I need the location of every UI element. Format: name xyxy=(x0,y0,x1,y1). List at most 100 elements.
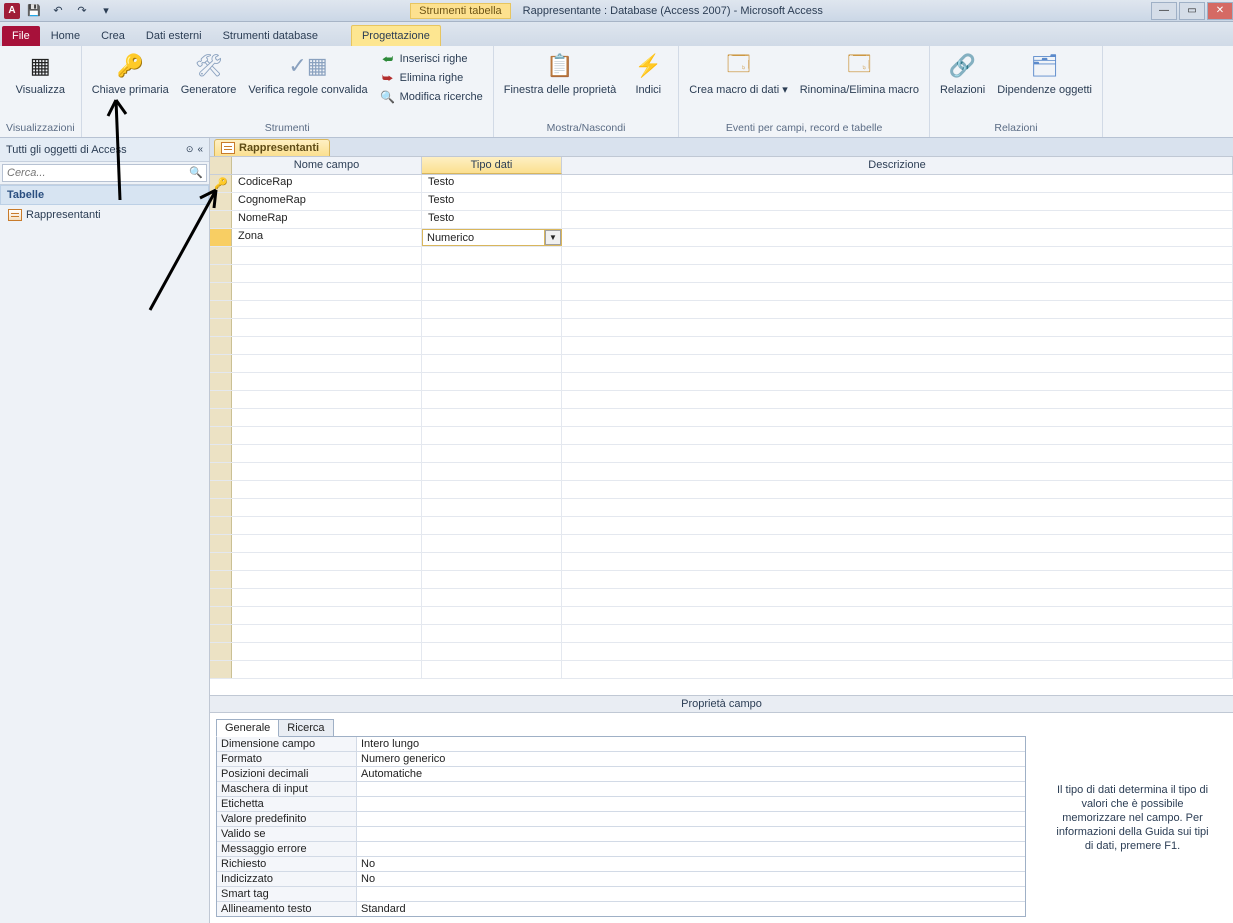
cell-nome-campo[interactable] xyxy=(232,319,422,336)
cell-tipo-dati[interactable]: Numerico▼ xyxy=(422,229,562,246)
cell-tipo-dati[interactable] xyxy=(422,661,562,678)
property-row[interactable]: Valido se xyxy=(217,827,1025,842)
save-button[interactable]: 💾 xyxy=(24,2,44,20)
cell-tipo-dati[interactable] xyxy=(422,607,562,624)
row-selector[interactable] xyxy=(210,337,232,354)
cell-tipo-dati[interactable] xyxy=(422,427,562,444)
property-value[interactable]: Standard xyxy=(357,902,1025,916)
field-row[interactable] xyxy=(210,445,1233,463)
cell-nome-campo[interactable] xyxy=(232,445,422,462)
cell-descrizione[interactable] xyxy=(562,193,1233,210)
row-selector[interactable] xyxy=(210,517,232,534)
field-row[interactable] xyxy=(210,409,1233,427)
field-row[interactable] xyxy=(210,463,1233,481)
cell-tipo-dati[interactable]: Testo xyxy=(422,175,562,192)
field-row[interactable] xyxy=(210,643,1233,661)
row-selector[interactable] xyxy=(210,355,232,372)
cell-nome-campo[interactable] xyxy=(232,283,422,300)
cell-descrizione[interactable] xyxy=(562,301,1233,318)
row-selector[interactable] xyxy=(210,193,232,210)
property-row[interactable]: Maschera di input xyxy=(217,782,1025,797)
row-selector[interactable] xyxy=(210,373,232,390)
property-row[interactable]: IndicizzatoNo xyxy=(217,872,1025,887)
property-value[interactable]: Numero generico xyxy=(357,752,1025,766)
qat-customize-button[interactable]: ▾ xyxy=(96,2,116,20)
cell-tipo-dati[interactable] xyxy=(422,391,562,408)
cell-descrizione[interactable] xyxy=(562,211,1233,228)
col-header-tipo-dati[interactable]: Tipo dati xyxy=(422,157,562,174)
indici-button[interactable]: ⚡ Indici xyxy=(624,48,672,98)
cell-descrizione[interactable] xyxy=(562,589,1233,606)
cell-tipo-dati[interactable] xyxy=(422,463,562,480)
field-row[interactable] xyxy=(210,481,1233,499)
row-selector[interactable] xyxy=(210,445,232,462)
tab-strumenti-database[interactable]: Strumenti database xyxy=(213,26,328,46)
cell-nome-campo[interactable] xyxy=(232,355,422,372)
row-selector[interactable] xyxy=(210,553,232,570)
row-selector[interactable]: 🔑 xyxy=(210,175,232,192)
cell-descrizione[interactable] xyxy=(562,571,1233,588)
cell-tipo-dati[interactable] xyxy=(422,337,562,354)
field-row[interactable] xyxy=(210,571,1233,589)
cell-descrizione[interactable] xyxy=(562,265,1233,282)
cell-tipo-dati[interactable] xyxy=(422,625,562,642)
cell-tipo-dati[interactable] xyxy=(422,373,562,390)
cell-descrizione[interactable] xyxy=(562,463,1233,480)
verifica-regole-button[interactable]: ✓▦ Verifica regole convalida xyxy=(244,48,371,98)
cell-tipo-dati[interactable] xyxy=(422,265,562,282)
row-selector[interactable] xyxy=(210,427,232,444)
cell-descrizione[interactable] xyxy=(562,229,1233,246)
row-selector[interactable] xyxy=(210,571,232,588)
tab-home[interactable]: Home xyxy=(41,26,90,46)
row-selector[interactable] xyxy=(210,283,232,300)
tab-file[interactable]: File xyxy=(2,26,40,46)
chiave-primaria-button[interactable]: 🔑 Chiave primaria xyxy=(88,48,173,98)
row-selector[interactable] xyxy=(210,265,232,282)
property-value[interactable]: Automatiche xyxy=(357,767,1025,781)
cell-tipo-dati[interactable] xyxy=(422,481,562,498)
cell-nome-campo[interactable] xyxy=(232,517,422,534)
cell-nome-campo[interactable] xyxy=(232,337,422,354)
navpane-header[interactable]: Tutti gli oggetti di Access ⊙ « xyxy=(0,138,209,162)
row-selector[interactable] xyxy=(210,211,232,228)
cell-nome-campo[interactable] xyxy=(232,625,422,642)
cell-descrizione[interactable] xyxy=(562,445,1233,462)
row-selector[interactable] xyxy=(210,481,232,498)
field-row[interactable] xyxy=(210,373,1233,391)
minimize-button[interactable]: — xyxy=(1151,2,1177,20)
cell-nome-campo[interactable] xyxy=(232,643,422,660)
cell-descrizione[interactable] xyxy=(562,283,1233,300)
property-row[interactable]: Posizioni decimaliAutomatiche xyxy=(217,767,1025,782)
tab-dati-esterni[interactable]: Dati esterni xyxy=(136,26,212,46)
row-selector[interactable] xyxy=(210,589,232,606)
field-row[interactable]: NomeRapTesto xyxy=(210,211,1233,229)
field-row[interactable] xyxy=(210,247,1233,265)
cell-nome-campo[interactable] xyxy=(232,661,422,678)
cell-nome-campo[interactable] xyxy=(232,265,422,282)
doc-tab-rappresentanti[interactable]: Rappresentanti xyxy=(214,139,330,156)
cell-nome-campo[interactable] xyxy=(232,571,422,588)
elimina-righe-button[interactable]: ⮩Elimina righe xyxy=(376,69,487,87)
cell-tipo-dati[interactable]: Testo xyxy=(422,193,562,210)
cell-tipo-dati[interactable] xyxy=(422,571,562,588)
property-row[interactable]: Smart tag xyxy=(217,887,1025,902)
property-value[interactable]: No xyxy=(357,857,1025,871)
field-row[interactable]: 🔑CodiceRapTesto xyxy=(210,175,1233,193)
inserisci-righe-button[interactable]: ⮨Inserisci righe xyxy=(376,50,487,68)
cell-tipo-dati[interactable] xyxy=(422,319,562,336)
cell-nome-campo[interactable] xyxy=(232,301,422,318)
field-row[interactable] xyxy=(210,427,1233,445)
row-selector[interactable] xyxy=(210,535,232,552)
property-value[interactable] xyxy=(357,812,1025,826)
cell-nome-campo[interactable] xyxy=(232,247,422,264)
field-row[interactable] xyxy=(210,337,1233,355)
tipo-dati-value[interactable]: Numerico xyxy=(423,230,545,245)
prop-tab-generale[interactable]: Generale xyxy=(216,719,279,737)
cell-tipo-dati[interactable] xyxy=(422,283,562,300)
cell-descrizione[interactable] xyxy=(562,481,1233,498)
field-row[interactable] xyxy=(210,553,1233,571)
crea-macro-dati-button[interactable]: 🗔 Crea macro di dati ▾ xyxy=(685,48,791,98)
dipendenze-oggetti-button[interactable]: 🗂 Dipendenze oggetti xyxy=(993,48,1096,98)
tab-crea[interactable]: Crea xyxy=(91,26,135,46)
field-row[interactable] xyxy=(210,301,1233,319)
